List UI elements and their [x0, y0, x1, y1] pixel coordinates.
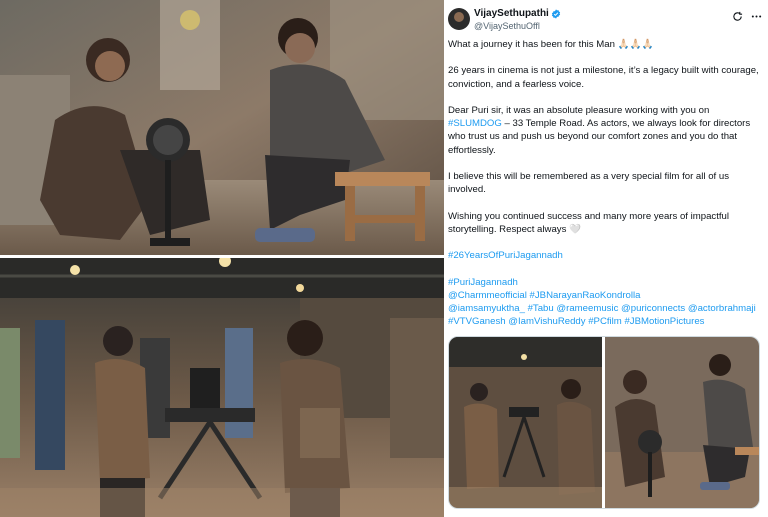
tweet-paragraph: I believe this will be remembered as a v… [448, 171, 729, 196]
avatar[interactable] [448, 8, 470, 30]
mention-line[interactable]: #VTVGanesh @IamVishuReddy #PCfilm #JBMot… [448, 315, 760, 328]
media-thumbnail[interactable] [605, 337, 759, 508]
mention-line[interactable]: @Charmmeofficial #JBNarayanRaoKondrolla [448, 289, 760, 302]
tweet-paragraph: Dear Puri sir, it was an absolute pleasu… [448, 104, 760, 157]
photo-film-set-scene[interactable] [0, 258, 444, 517]
tweet-author[interactable]: VijaySethupathi @VijaySethuOffl [474, 8, 561, 32]
tweet-paragraph: Wishing you continued success and many m… [448, 210, 730, 235]
tweet-text: What a journey it has been for this Man … [448, 38, 760, 329]
mention-line[interactable]: @iamsamyuktha_ #Tabu @rameemusic @purico… [448, 302, 760, 315]
tweet-card: VijaySethupathi @VijaySethuOffl What a j… [448, 0, 768, 517]
handle[interactable]: @VijaySethuOffl [474, 20, 561, 32]
tweet-media-grid [448, 336, 760, 509]
tweet-paragraph: 26 years in cinema is not just a milesto… [448, 65, 759, 90]
verified-badge-icon [551, 9, 560, 19]
media-thumbnail[interactable] [449, 337, 602, 508]
more-icon[interactable] [751, 9, 762, 27]
grok-refresh-icon[interactable] [732, 9, 743, 27]
display-name[interactable]: VijaySethupathi [474, 8, 549, 20]
tweet-paragraph: What a journey it has been for this Man … [448, 39, 654, 50]
mention-list: #PuriJagannadh @Charmmeofficial #JBNaray… [448, 276, 760, 329]
mention-line[interactable]: #PuriJagannadh [448, 276, 760, 289]
hashtag-link[interactable]: #SLUMDOG [448, 118, 502, 129]
tweet-text-span: Dear Puri sir, it was an absolute pleasu… [448, 104, 710, 116]
tweet-actions-top [732, 9, 762, 27]
hashtag-link[interactable]: #26YearsOfPuriJagannadh [448, 249, 760, 262]
photo-director-and-actor-seated[interactable] [0, 0, 444, 255]
